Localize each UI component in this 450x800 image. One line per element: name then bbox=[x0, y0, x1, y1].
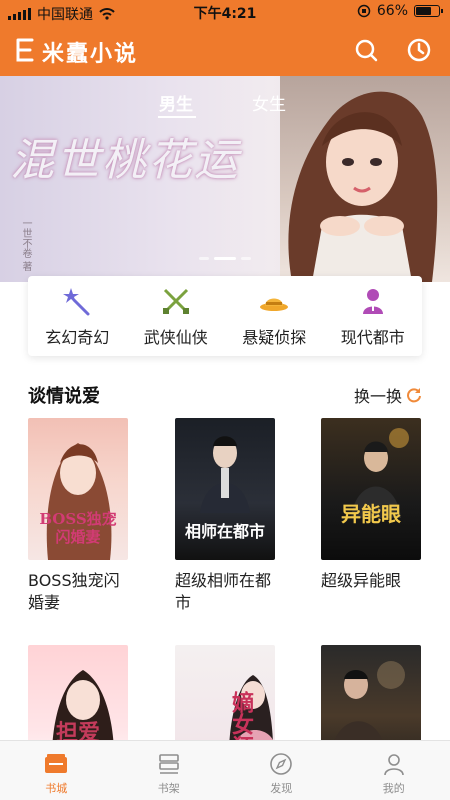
search-icon[interactable] bbox=[352, 36, 380, 64]
category-card: 玄幻奇幻 武侠仙侠 悬疑侦探 现代都市 bbox=[28, 276, 422, 356]
category-wuxia[interactable]: 武侠仙侠 bbox=[127, 276, 226, 356]
person-icon bbox=[362, 289, 383, 314]
bottom-nav: 书城 书架 发现 我的 bbox=[0, 740, 450, 800]
nav-discover[interactable]: 发现 bbox=[225, 741, 338, 800]
cover-title: 相师在都市 bbox=[184, 522, 265, 541]
banner-title: 混世桃花运 bbox=[10, 135, 240, 186]
category-label: 现代都市 bbox=[340, 328, 405, 347]
nav-label: 发现 bbox=[270, 782, 293, 795]
bookstore-icon bbox=[45, 754, 68, 773]
category-label: 玄幻奇幻 bbox=[45, 328, 110, 347]
carousel-indicator bbox=[0, 257, 450, 260]
nav-profile[interactable]: 我的 bbox=[338, 741, 450, 800]
refresh-icon bbox=[407, 388, 421, 403]
app-header: 米蠹小说 bbox=[0, 24, 450, 76]
cover-title: BOSS独宠 闪婚妻 bbox=[39, 510, 117, 546]
cover-title: 异能眼 bbox=[341, 502, 401, 526]
clock-icon[interactable] bbox=[405, 36, 433, 64]
user-icon bbox=[383, 754, 404, 776]
banner-carousel[interactable]: 男生 女生 混世桃花运 一世不卷 著 bbox=[0, 76, 450, 282]
book-card[interactable]: 异能眼 超级异能眼 bbox=[321, 418, 421, 592]
magic-wand-icon bbox=[63, 288, 90, 316]
banner-author: 一世不卷 著 bbox=[20, 218, 31, 272]
book-cover: 异能眼 bbox=[321, 418, 421, 560]
crossed-swords-icon bbox=[162, 288, 189, 314]
nav-label: 书城 bbox=[45, 782, 68, 795]
banner-illustration bbox=[288, 91, 438, 282]
refresh-label: 换一换 bbox=[353, 387, 402, 406]
book-title: 超级异能眼 bbox=[321, 571, 402, 590]
book-title: 超级相师在都市 bbox=[175, 571, 272, 612]
tab-male[interactable]: 男生 bbox=[159, 90, 193, 115]
nav-label: 书架 bbox=[157, 782, 180, 795]
carousel-dot bbox=[241, 257, 251, 260]
status-right: 66% bbox=[357, 3, 443, 19]
carousel-dot-active bbox=[214, 257, 236, 260]
orientation-lock-icon bbox=[357, 4, 371, 18]
category-label: 武侠仙侠 bbox=[143, 328, 208, 347]
carousel-dot bbox=[199, 257, 209, 260]
bookshelf-icon bbox=[158, 754, 179, 774]
category-label: 悬疑侦探 bbox=[242, 328, 307, 347]
book-card[interactable]: 相师在都市 超级相师在都市 bbox=[175, 418, 275, 614]
tab-female[interactable]: 女生 bbox=[252, 90, 286, 115]
detective-hat-icon bbox=[260, 298, 289, 311]
compass-icon bbox=[270, 753, 293, 775]
app-title: 米蠹小说 bbox=[42, 42, 139, 67]
battery-percent: 66% bbox=[376, 3, 408, 19]
book-logo-icon bbox=[16, 38, 34, 62]
book-cover: BOSS独宠 闪婚妻 bbox=[28, 418, 128, 560]
category-urban[interactable]: 现代都市 bbox=[324, 276, 423, 356]
status-bar: 中国联通 下午4:21 66% bbox=[0, 0, 450, 24]
nav-bookshelf[interactable]: 书架 bbox=[113, 741, 226, 800]
category-mystery[interactable]: 悬疑侦探 bbox=[225, 276, 324, 356]
book-cover: 相师在都市 bbox=[175, 418, 275, 560]
nav-label: 我的 bbox=[382, 782, 405, 795]
book-title: BOSS独宠闪婚妻 bbox=[28, 571, 120, 612]
battery-icon bbox=[414, 5, 443, 17]
book-card[interactable]: BOSS独宠 闪婚妻 BOSS独宠闪婚妻 bbox=[28, 418, 128, 614]
refresh-button[interactable]: 换一换 bbox=[354, 383, 422, 407]
tab-underline bbox=[158, 116, 196, 118]
nav-bookstore[interactable]: 书城 bbox=[0, 741, 113, 800]
section-title: 谈情说爱 bbox=[28, 386, 100, 407]
category-fantasy[interactable]: 玄幻奇幻 bbox=[28, 276, 127, 356]
